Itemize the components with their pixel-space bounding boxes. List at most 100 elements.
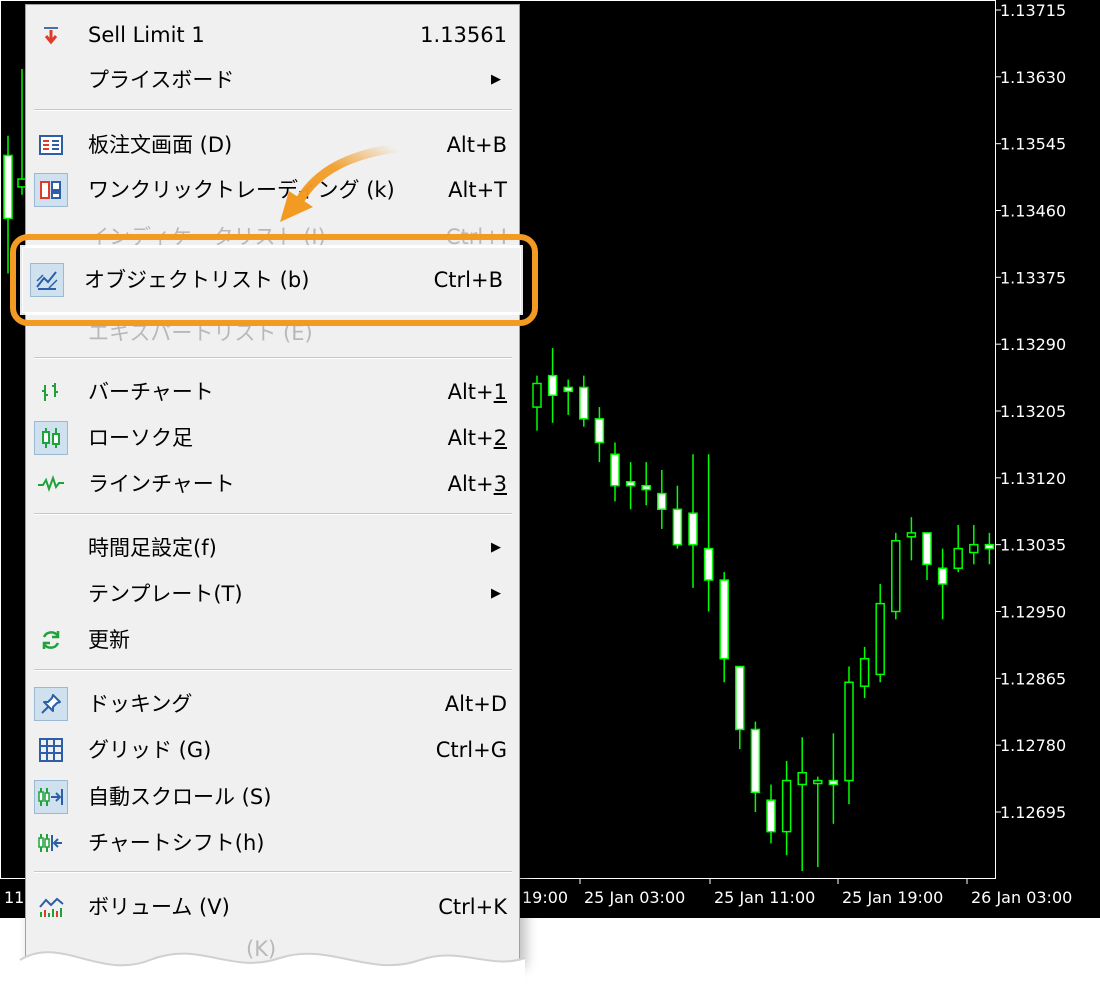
candle: [781, 760, 792, 856]
candle: [766, 784, 776, 844]
candle-body-bull: [906, 532, 917, 538]
candle-body-bull: [532, 382, 542, 408]
candle-body-bear: [610, 453, 620, 487]
candle: [844, 666, 854, 805]
menu-item-timeframe[interactable]: 時間足設定(f) ▶: [26, 526, 519, 570]
menu-label: 自動スクロール (S): [88, 785, 272, 809]
menu-separator: [34, 669, 512, 671]
one-click-trading-icon: [34, 173, 68, 207]
candle: [532, 375, 542, 431]
price-axis-label: 1.13460: [1000, 202, 1066, 221]
autoscroll-icon: [34, 780, 68, 814]
candle: [625, 462, 636, 510]
menu-separator: [34, 109, 512, 111]
candle: [813, 776, 823, 868]
menu-shortcut: 1.13561: [420, 23, 507, 47]
candle-body-bear: [828, 779, 839, 786]
menu-label: プライスボード: [88, 68, 235, 92]
price-axis-label: 1.12865: [1000, 669, 1066, 688]
candle-body-bull: [781, 779, 792, 833]
menu-item-refresh[interactable]: 更新: [26, 618, 519, 662]
price-axis-label: 1.13205: [1000, 402, 1066, 421]
candle: [547, 348, 558, 423]
menu-item-one-click-trading[interactable]: ワンクリックトレーディング (k) Alt+T: [26, 168, 519, 212]
candle: [875, 583, 885, 683]
candle: [969, 525, 979, 565]
menu-item-chart-shift[interactable]: チャートシフト(h): [26, 821, 519, 865]
candle-body-bull: [969, 543, 979, 554]
candle-body-bull: [891, 539, 901, 613]
sell-limit-icon: [34, 18, 68, 52]
menu-shortcut: Alt+2: [447, 426, 507, 450]
candle-body-bear: [563, 386, 573, 393]
candle-body-bear: [750, 728, 761, 794]
menu-item-bar-chart[interactable]: バーチャート Alt+1: [26, 370, 519, 414]
price-axis-label: 1.13715: [1000, 1, 1066, 20]
menu-item-candlestick[interactable]: ローソク足 Alt+2: [26, 416, 519, 460]
candle-body-bear: [594, 418, 605, 444]
menu-item-price-board[interactable]: プライスボード ▶: [26, 58, 519, 102]
menu-separator: [34, 357, 512, 359]
candle: [922, 532, 932, 581]
menu-item-grid[interactable]: グリッド (G) Ctrl+G: [26, 728, 519, 772]
candle: [891, 532, 901, 620]
candle: [563, 379, 573, 415]
menu-shortcut: Alt+1: [447, 380, 507, 404]
candle: [984, 532, 995, 565]
menu-separator: [34, 871, 512, 873]
menu-label: 時間足設定(f): [88, 536, 217, 560]
pin-icon: [34, 687, 68, 721]
menu-label: ラインチャート: [88, 472, 235, 496]
menu-shortcut: Alt+B: [446, 133, 507, 157]
price-axis-label: 1.12950: [1000, 603, 1066, 622]
menu-label: Sell Limit 1: [88, 23, 205, 47]
menu-label: 更新: [88, 628, 130, 652]
candle: [750, 721, 761, 812]
menu-shortcut: Alt+T: [448, 178, 507, 202]
bar-chart-icon: [34, 375, 68, 409]
submenu-arrow-icon: ▶: [491, 72, 501, 87]
menu-item-sell-limit[interactable]: Sell Limit 1 1.13561: [26, 13, 519, 57]
candle-body-bear: [657, 492, 667, 511]
candle: [610, 442, 620, 502]
menu-label: ワンクリックトレーディング (k): [88, 178, 395, 202]
candle-body-bear: [625, 481, 636, 487]
price-axis-label: 1.12695: [1000, 803, 1066, 822]
candle-body-bear: [937, 567, 948, 585]
candle: [735, 665, 745, 750]
price-axis-label: 1.13545: [1000, 135, 1066, 154]
candle: [953, 525, 963, 573]
menu-separator: [34, 513, 512, 515]
menu-item-template[interactable]: テンプレート(T) ▶: [26, 572, 519, 616]
candle: [703, 454, 714, 612]
candle-body-bear: [735, 665, 745, 731]
context-menu: Sell Limit 1 1.13561 プライスボード ▶ 板注文画面 (D)…: [25, 4, 520, 1000]
candle: [937, 548, 948, 620]
candle-body-bull: [859, 657, 870, 687]
price-axis-label: 1.13375: [1000, 268, 1066, 287]
candle-body-bear: [688, 512, 698, 546]
menu-label: グリッド (G): [88, 738, 212, 762]
menu-item-docking[interactable]: ドッキング Alt+D: [26, 682, 519, 726]
candle: [688, 454, 698, 588]
menu-label: チャートシフト(h): [88, 831, 265, 855]
candle-body-bear: [719, 579, 729, 660]
menu-item-autoscroll[interactable]: 自動スクロール (S): [26, 775, 519, 819]
candle-body-bull: [953, 547, 963, 570]
candle-body-bear: [672, 508, 683, 546]
candle: [594, 407, 605, 463]
grid-icon: [34, 733, 68, 767]
candle-body-bear: [984, 543, 995, 550]
price-axis-label: 1.13035: [1000, 536, 1066, 555]
candle-body-bull: [844, 681, 854, 782]
chart-shift-icon: [34, 826, 68, 860]
menu-label: ローソク足: [88, 426, 193, 450]
candlestick-icon: [34, 421, 68, 455]
candle: [906, 517, 917, 561]
price-axis-label: 1.13630: [1000, 68, 1066, 87]
candle-body-bear: [922, 532, 932, 566]
menu-item-line-chart[interactable]: ラインチャート Alt+3: [26, 462, 519, 506]
submenu-arrow-icon: ▶: [491, 540, 501, 555]
menu-item-order-board[interactable]: 板注文画面 (D) Alt+B: [26, 123, 519, 167]
candle: [828, 733, 839, 824]
